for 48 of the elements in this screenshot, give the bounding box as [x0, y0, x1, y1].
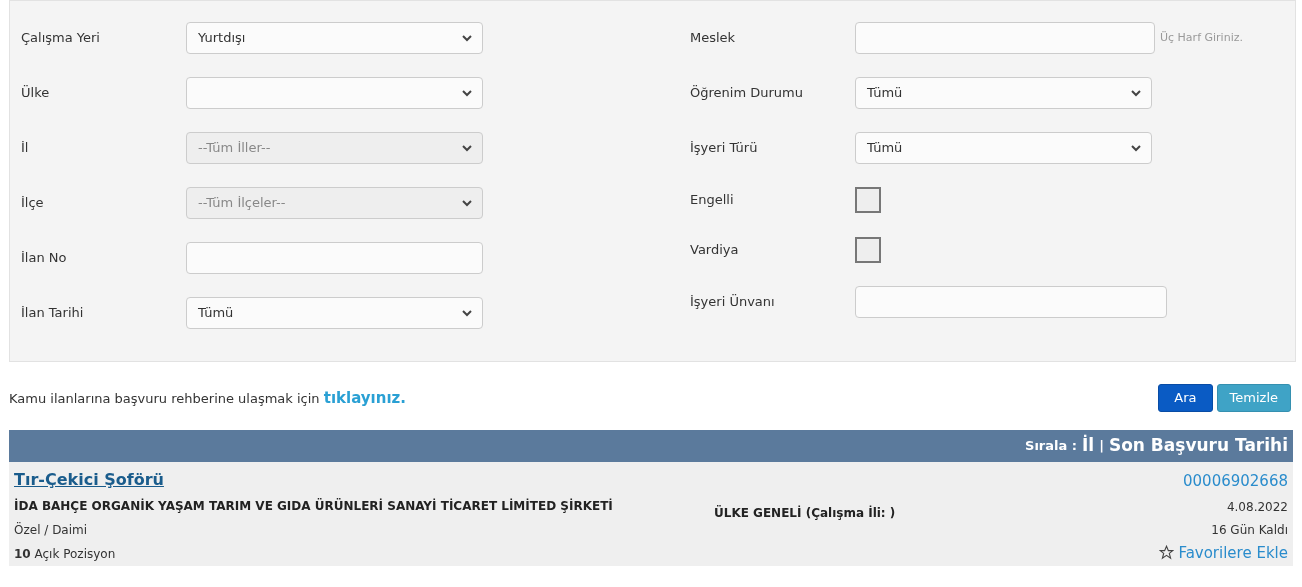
sort-link[interactable]: Son Başvuru Tarihi	[1108, 433, 1288, 459]
chevron-down-icon	[462, 310, 472, 317]
field-label: Ülke	[21, 84, 51, 103]
field-label: Vardiya	[690, 241, 740, 260]
hint-text: Üç Harf Giriniz.	[1160, 29, 1243, 46]
input-field[interactable]	[855, 286, 1167, 318]
field-label: İlan No	[21, 249, 68, 268]
chevron-down-icon	[462, 145, 472, 152]
chevron-down-icon	[462, 200, 472, 207]
chevron-down-icon	[1131, 90, 1141, 97]
open-positions: 10 Açık Pozisyon	[14, 546, 117, 563]
listing-number-link[interactable]: 00006902668	[1183, 470, 1288, 493]
field-label: İl	[21, 139, 30, 158]
input-field[interactable]	[186, 242, 483, 274]
company-name: İDA BAHÇE ORGANİK YAŞAM TARIM VE GIDA ÜRÜNLERİ SANAYİ TİCARET LİMİTED ŞİRKETİ	[14, 497, 614, 515]
sort-link[interactable]: İl	[1082, 433, 1095, 459]
job-title-link[interactable]: Tır-Çekici Şoförü	[14, 470, 714, 490]
guide-text: Kamu ilanlarına başvuru rehberine ulaşmak için tıklayınız.	[9, 387, 406, 409]
input-field[interactable]	[855, 22, 1155, 54]
dropdown[interactable]	[186, 77, 483, 109]
chevron-down-icon	[462, 90, 472, 97]
separator: |	[1099, 437, 1104, 456]
star-icon	[1159, 545, 1175, 561]
field-label: Meslek	[690, 29, 737, 48]
favorite-link[interactable]: Favorilere Ekle	[1159, 541, 1288, 564]
dropdown[interactable]: Tümü	[855, 132, 1152, 164]
field-label: İlan Tarihi	[21, 304, 85, 323]
checkbox[interactable]	[855, 187, 881, 213]
field-label: İşyeri Türü	[690, 139, 759, 158]
field-label: İşyeri Ünvanı	[690, 293, 776, 312]
guide-link[interactable]: tıklayınız.	[323, 388, 406, 407]
search-button[interactable]: Ara	[1158, 384, 1213, 412]
field-label: İlçe	[21, 194, 45, 213]
location-text: ÜLKE GENELİ (Çalışma İli: )	[714, 504, 896, 522]
chevron-down-icon	[1131, 145, 1141, 152]
field-label: Engelli	[690, 191, 735, 210]
clear-button[interactable]: Temizle	[1216, 384, 1291, 412]
date-text: 4.08.2022	[1226, 498, 1288, 516]
dropdown[interactable]: Tümü	[855, 77, 1152, 109]
sort-label: Sırala :	[1025, 437, 1077, 456]
chevron-down-icon	[462, 35, 472, 42]
dropdown[interactable]: Tümü	[186, 297, 483, 329]
job-type: Özel / Daimi	[14, 521, 89, 539]
remaining-days: 16 Gün Kaldı	[1211, 520, 1288, 539]
field-label: Çalışma Yeri	[21, 29, 101, 48]
field-label: Öğrenim Durumu	[690, 84, 804, 103]
dropdown[interactable]: Yurtdışı	[186, 22, 483, 54]
checkbox[interactable]	[855, 237, 881, 263]
